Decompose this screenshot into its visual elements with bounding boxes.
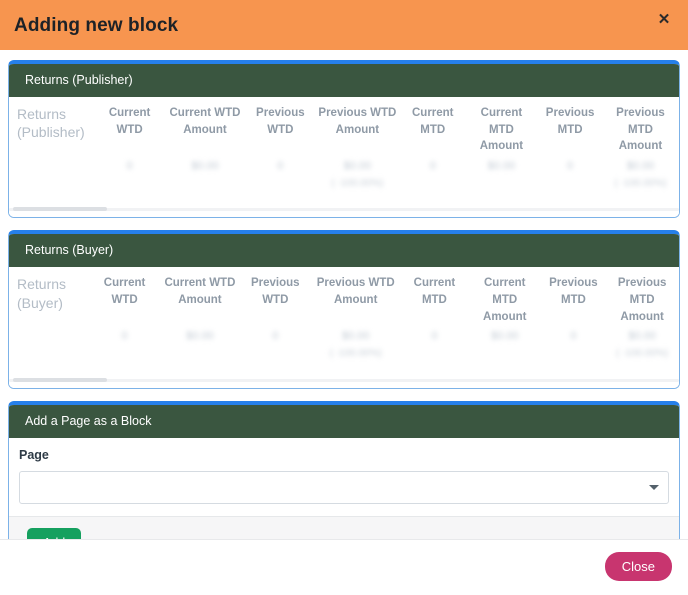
column-header: Previous WTD Amount <box>316 277 395 307</box>
close-button[interactable]: Close <box>604 552 672 581</box>
metric-value: 0 <box>272 330 279 343</box>
metric-subvalue: ( -100.00%) <box>615 348 669 360</box>
metric-value: $0.00 <box>487 160 516 173</box>
row-label-cell <box>9 347 89 372</box>
table-row: 0 $0.00 0 $0.00 0 $0.00 0 $0.00 <box>9 157 679 177</box>
metric-subvalue <box>247 177 314 202</box>
panel-body-returns-publisher: Returns (Publisher) Current WTD Current … <box>9 97 679 218</box>
column-header: Previous MTD <box>545 107 595 136</box>
column-header: Previous WTD <box>251 277 300 307</box>
metric-subvalue <box>465 177 539 202</box>
metric-value: 0 <box>121 330 128 343</box>
metric-value: $0.00 <box>186 330 214 343</box>
scrollbar-thumb[interactable] <box>13 377 107 382</box>
metric-value: $0.00 <box>191 160 219 173</box>
column-header: Current WTD <box>108 107 151 136</box>
chevron-down-icon[interactable] <box>649 485 659 491</box>
scrollbar-track <box>9 378 679 382</box>
column-header: Current MTD <box>411 107 454 136</box>
column-header: Current WTD <box>103 277 146 307</box>
metric-table-returns-buyer: Returns (Buyer) Current WTD Current WTD … <box>9 267 679 371</box>
page-select[interactable] <box>19 470 669 504</box>
adding-new-block-modal: Adding new block ✕ Returns (Publisher) R… <box>0 0 688 595</box>
metric-subvalue <box>538 177 602 202</box>
metric-table-wrap: Returns (Publisher) Current WTD Current … <box>9 97 679 201</box>
metric-value: 0 <box>126 160 133 173</box>
column-header: Previous WTD <box>256 107 305 136</box>
table-row: 0 $0.00 0 $0.00 0 $0.00 0 $0.00 <box>9 327 679 347</box>
horizontal-scrollbar[interactable] <box>9 371 679 388</box>
horizontal-scrollbar[interactable] <box>9 201 679 218</box>
page-title: Adding new block <box>14 14 179 36</box>
panel-body-returns-buyer: Returns (Buyer) Current WTD Current WTD … <box>9 267 679 388</box>
metric-subvalue <box>401 347 468 372</box>
metric-value: 0 <box>570 330 577 343</box>
panel-add-page-as-block: Add a Page as a Block Page Add <box>8 400 680 539</box>
column-header: Current MTD Amount <box>479 107 524 153</box>
metric-value: 0 <box>429 160 436 173</box>
row-label-cell <box>9 157 96 177</box>
metric-subvalue <box>240 347 310 372</box>
column-header: Current WTD Amount <box>164 277 236 307</box>
column-header: Current WTD Amount <box>169 107 241 136</box>
table-row: ( -100.00%) ( -100.00%) <box>9 177 679 202</box>
metric-value: $0.00 <box>490 330 519 343</box>
add-button[interactable]: Add <box>27 527 82 539</box>
column-header: Previous WTD Amount <box>318 107 397 136</box>
panel-header-add-page-as-block: Add a Page as a Block <box>9 404 679 438</box>
metric-value: $0.00 <box>628 330 656 343</box>
panel-header-returns-publisher: Returns (Publisher) <box>9 64 679 97</box>
panel-footer: Add <box>9 515 679 539</box>
row-label-cell <box>9 177 96 202</box>
metric-subvalue <box>96 177 163 202</box>
metric-subvalue <box>160 347 240 372</box>
modal-body: Returns (Publisher) Returns (Publisher) … <box>0 50 688 539</box>
column-header: Previous MTD <box>549 277 598 307</box>
table-header-row: Returns (Publisher) Current WTD Current … <box>9 97 679 157</box>
column-header: Previous MTD Amount <box>617 277 667 323</box>
metric-subvalue <box>468 347 542 372</box>
scrollbar-track <box>9 208 679 212</box>
close-x-icon[interactable]: ✕ <box>654 10 674 30</box>
metric-value: 0 <box>567 160 574 173</box>
panel-header-returns-buyer: Returns (Buyer) <box>9 234 679 268</box>
metric-subvalue <box>163 177 247 202</box>
metric-subvalue <box>401 177 465 202</box>
metric-value: 0 <box>431 330 438 343</box>
metric-subvalue <box>89 347 159 372</box>
form-area: Page <box>9 437 679 516</box>
metric-subvalue: ( -100.00%) <box>331 177 384 189</box>
metric-subvalue: ( -100.00%) <box>329 348 382 360</box>
panel-returns-buyer: Returns (Buyer) Returns (Buyer) Current … <box>8 230 680 389</box>
metric-value: $0.00 <box>343 160 372 173</box>
row-label-cell <box>9 327 89 347</box>
column-header: Current MTD Amount <box>483 277 527 323</box>
modal-header: Adding new block ✕ <box>0 0 688 50</box>
row-label-header: Returns (Publisher) <box>17 106 85 141</box>
table-header-row: Returns (Buyer) Current WTD Current WTD … <box>9 267 679 327</box>
column-header: Current MTD <box>413 277 456 307</box>
metric-value: $0.00 <box>341 330 370 343</box>
scrollbar-thumb[interactable] <box>13 207 107 212</box>
metric-value: $0.00 <box>626 160 655 173</box>
metric-subvalue: ( -100.00%) <box>614 177 667 189</box>
metric-value: 0 <box>277 160 284 173</box>
metric-table-returns-publisher: Returns (Publisher) Current WTD Current … <box>9 97 679 201</box>
metric-table-wrap: Returns (Buyer) Current WTD Current WTD … <box>9 267 679 371</box>
modal-footer: Close <box>0 539 688 595</box>
column-header: Previous MTD Amount <box>616 107 665 153</box>
table-row: ( -100.00%) ( -100.00%) <box>9 347 679 372</box>
page-field-label: Page <box>19 447 49 462</box>
metric-subvalue <box>542 347 606 372</box>
row-label-header: Returns (Buyer) <box>17 276 67 311</box>
panel-returns-publisher: Returns (Publisher) Returns (Publisher) … <box>8 60 680 219</box>
